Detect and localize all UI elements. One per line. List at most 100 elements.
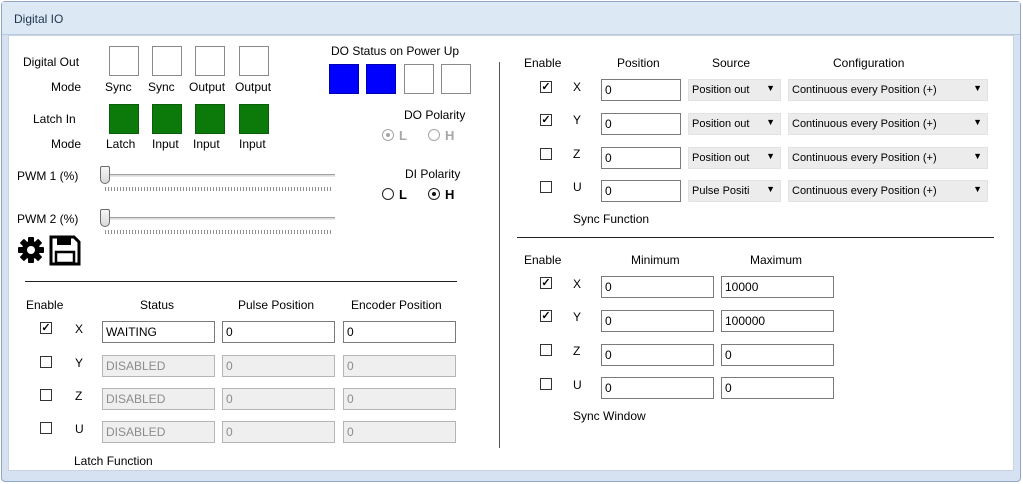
latch-in-3-mode: Input — [193, 137, 220, 151]
digital-out-1-box[interactable] — [109, 46, 139, 76]
sync-position-header: Position — [617, 56, 660, 70]
window-y-maximum-field[interactable]: 100000 — [721, 310, 834, 332]
do-status-2-box[interactable] — [366, 64, 396, 94]
sync-z-position-field[interactable]: 0 — [601, 147, 681, 169]
latch-u-encoder-field[interactable]: 0 — [343, 421, 456, 443]
latch-x-enable-checkbox[interactable]: ✓ — [40, 322, 52, 334]
do-polarity-low-label: L — [399, 128, 407, 143]
latch-y-encoder-field[interactable]: 0 — [343, 355, 456, 377]
sync-u-enable-checkbox[interactable] — [540, 181, 552, 193]
latch-pulse-header: Pulse Position — [238, 298, 315, 312]
digital-out-mode-label: Mode — [51, 80, 82, 94]
window-u-minimum-field[interactable]: 0 — [601, 377, 714, 399]
chevron-down-icon: ▼ — [973, 184, 982, 194]
window-z-axis-label: Z — [573, 344, 581, 358]
latch-u-pulse-field[interactable]: 0 — [222, 421, 335, 443]
digital-out-3-mode: Output — [189, 80, 226, 94]
latch-z-enable-checkbox[interactable] — [40, 389, 52, 401]
digital-io-window: Digital IO Digital Out Mode Sync Sync Ou… — [1, 1, 1021, 482]
pwm-2-slider-track[interactable] — [103, 217, 335, 220]
digital-out-2-box[interactable] — [152, 46, 182, 76]
digital-out-4-box[interactable] — [239, 46, 269, 76]
pwm-1-slider-ticks — [105, 187, 333, 191]
sync-y-axis-label: Y — [573, 113, 582, 127]
window-z-enable-checkbox[interactable] — [540, 344, 552, 356]
latch-x-pulse-field[interactable]: 0 — [222, 321, 335, 343]
latch-status-header: Status — [140, 298, 175, 312]
latch-z-axis-label: Z — [75, 389, 83, 403]
window-x-maximum-field[interactable]: 10000 — [721, 276, 834, 298]
chevron-down-icon: ▼ — [766, 117, 775, 127]
latch-z-pulse-field[interactable]: 0 — [222, 388, 335, 410]
sync-x-enable-checkbox[interactable]: ✓ — [540, 81, 552, 93]
latch-z-status-field[interactable]: DISABLED — [102, 388, 215, 410]
sync-u-configuration-dropdown[interactable]: Continuous every Position (+) ▼ — [788, 180, 988, 202]
window-x-minimum-field[interactable]: 0 — [601, 276, 714, 298]
sync-x-source-value: Position out — [692, 84, 750, 96]
window-y-enable-checkbox[interactable]: ✓ — [540, 310, 552, 322]
pwm-1-slider-track[interactable] — [103, 174, 335, 177]
latch-z-encoder-field[interactable]: 0 — [343, 388, 456, 410]
do-status-3-box[interactable] — [404, 64, 434, 94]
sync-x-configuration-dropdown[interactable]: Continuous every Position (+) ▼ — [788, 79, 988, 101]
window-minimum-header: Minimum — [631, 253, 680, 267]
do-status-1-box[interactable] — [329, 64, 359, 94]
left-section-divider — [25, 281, 457, 282]
window-u-maximum-field[interactable]: 0 — [721, 377, 834, 399]
sync-z-enable-checkbox[interactable] — [540, 148, 552, 160]
sync-y-position-field[interactable]: 0 — [601, 113, 681, 135]
digital-out-label: Digital Out — [23, 55, 80, 69]
do-polarity-low-radio[interactable] — [382, 129, 394, 141]
latch-enable-header: Enable — [26, 298, 64, 312]
latch-y-pulse-field[interactable]: 0 — [222, 355, 335, 377]
window-z-maximum-field[interactable]: 0 — [721, 344, 834, 366]
digital-io-panel: Digital Out Mode Sync Sync Output Output… — [8, 35, 1014, 471]
latch-x-encoder-field[interactable]: 0 — [343, 321, 456, 343]
chevron-down-icon: ▼ — [973, 83, 982, 93]
sync-x-source-dropdown[interactable]: Position out ▼ — [688, 79, 781, 101]
sync-x-axis-label: X — [573, 80, 582, 94]
digital-out-3-box[interactable] — [195, 46, 225, 76]
pwm-1-label: PWM 1 (%) — [17, 169, 79, 183]
save-icon[interactable] — [49, 235, 81, 266]
di-polarity-low-radio[interactable] — [382, 188, 394, 200]
latch-u-status-field[interactable]: DISABLED — [102, 421, 215, 443]
sync-window-title: Sync Window — [573, 409, 646, 423]
pwm-2-slider-thumb[interactable] — [100, 209, 110, 227]
sync-u-source-dropdown[interactable]: Pulse Positi ▼ — [688, 180, 781, 202]
latch-in-4-mode: Input — [239, 137, 266, 151]
latch-u-enable-checkbox[interactable] — [40, 422, 52, 434]
sync-z-configuration-value: Continuous every Position (+) — [792, 152, 937, 164]
latch-y-status-field[interactable]: DISABLED — [102, 355, 215, 377]
do-status-4-box[interactable] — [441, 64, 471, 94]
sync-y-enable-checkbox[interactable]: ✓ — [540, 114, 552, 126]
sync-y-source-dropdown[interactable]: Position out ▼ — [688, 113, 781, 135]
latch-in-mode-label: Mode — [51, 137, 82, 151]
di-polarity-high-label: H — [445, 187, 455, 202]
di-polarity-low-label: L — [399, 187, 407, 202]
window-u-enable-checkbox[interactable] — [540, 378, 552, 390]
latch-in-2-indicator — [152, 104, 182, 134]
di-polarity-high-radio[interactable] — [428, 188, 440, 200]
sync-z-source-dropdown[interactable]: Position out ▼ — [688, 147, 781, 169]
window-z-minimum-field[interactable]: 0 — [601, 344, 714, 366]
sync-u-source-value: Pulse Positi — [692, 185, 750, 197]
latch-encoder-header: Encoder Position — [351, 298, 442, 312]
digital-out-2-mode: Sync — [148, 80, 175, 94]
pwm-1-slider-thumb[interactable] — [100, 166, 110, 184]
gear-icon[interactable] — [17, 236, 45, 264]
sync-x-position-field[interactable]: 0 — [601, 79, 681, 101]
sync-u-position-field[interactable]: 0 — [601, 180, 681, 202]
do-polarity-high-label: H — [445, 128, 455, 143]
sync-z-configuration-dropdown[interactable]: Continuous every Position (+) ▼ — [788, 147, 988, 169]
window-u-axis-label: U — [573, 378, 582, 392]
sync-y-configuration-dropdown[interactable]: Continuous every Position (+) ▼ — [788, 113, 988, 135]
do-polarity-high-radio[interactable] — [428, 129, 440, 141]
window-x-enable-checkbox[interactable]: ✓ — [540, 277, 552, 289]
chevron-down-icon: ▼ — [766, 151, 775, 161]
latch-in-2-mode: Input — [152, 137, 179, 151]
window-y-minimum-field[interactable]: 0 — [601, 310, 714, 332]
latch-y-enable-checkbox[interactable] — [40, 356, 52, 368]
latch-x-status-field[interactable]: WAITING — [102, 321, 215, 343]
pwm-2-slider-ticks — [105, 230, 333, 234]
